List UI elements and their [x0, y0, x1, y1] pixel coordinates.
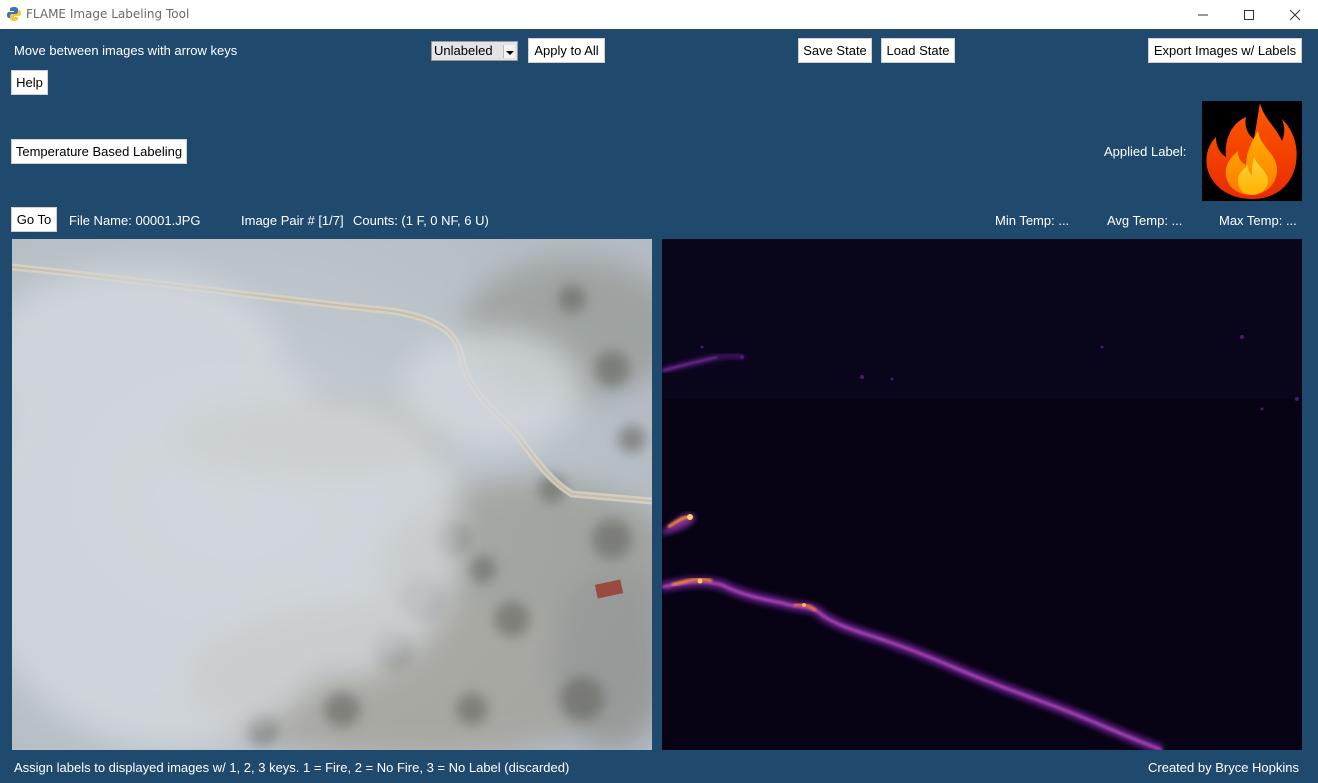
minimize-icon [1198, 14, 1208, 16]
navigation-instructions: Move between images with arrow keys [14, 43, 238, 58]
fire-icon [1206, 103, 1297, 199]
python-icon [7, 7, 21, 21]
label-select-value: Unlabeled [434, 43, 493, 58]
label-counts: Counts: (1 F, 0 NF, 6 U) [353, 213, 489, 228]
save-state-button[interactable]: Save State [798, 38, 872, 63]
go-to-button[interactable]: Go To [11, 207, 57, 232]
window-title: FLAME Image Labeling Tool [26, 7, 190, 21]
image-pair-label: Image Pair # [1/7] [241, 213, 344, 228]
temperature-labeling-button[interactable]: Temperature Based Labeling [11, 139, 187, 164]
export-images-button[interactable]: Export Images w/ Labels [1148, 38, 1302, 63]
rgb-image [12, 239, 652, 750]
load-state-button[interactable]: Load State [881, 38, 955, 63]
close-button[interactable] [1272, 0, 1318, 29]
help-button[interactable]: Help [11, 70, 48, 95]
apply-to-all-button[interactable]: Apply to All [528, 38, 605, 63]
max-temp-label: Max Temp: ... [1219, 213, 1297, 228]
maximize-button[interactable] [1226, 0, 1272, 29]
label-select[interactable]: Unlabeled [431, 41, 518, 61]
main-panel: Move between images with arrow keys Unla… [0, 29, 1318, 783]
applied-label-image [1202, 101, 1302, 201]
avg-temp-label: Avg Temp: ... [1107, 213, 1183, 228]
applied-label-caption: Applied Label: [1104, 144, 1187, 159]
close-icon [1289, 9, 1301, 21]
file-name-label: File Name: 00001.JPG [69, 213, 201, 228]
thermal-image [662, 239, 1302, 750]
title-bar: FLAME Image Labeling Tool [0, 0, 1318, 29]
min-temp-label: Min Temp: ... [995, 213, 1070, 228]
minimize-button[interactable] [1180, 0, 1226, 29]
chevron-down-icon [503, 45, 515, 58]
author-credit: Created by Bryce Hopkins [1148, 760, 1300, 775]
maximize-icon [1244, 10, 1254, 20]
label-key-hint: Assign labels to displayed images w/ 1, … [14, 760, 570, 775]
